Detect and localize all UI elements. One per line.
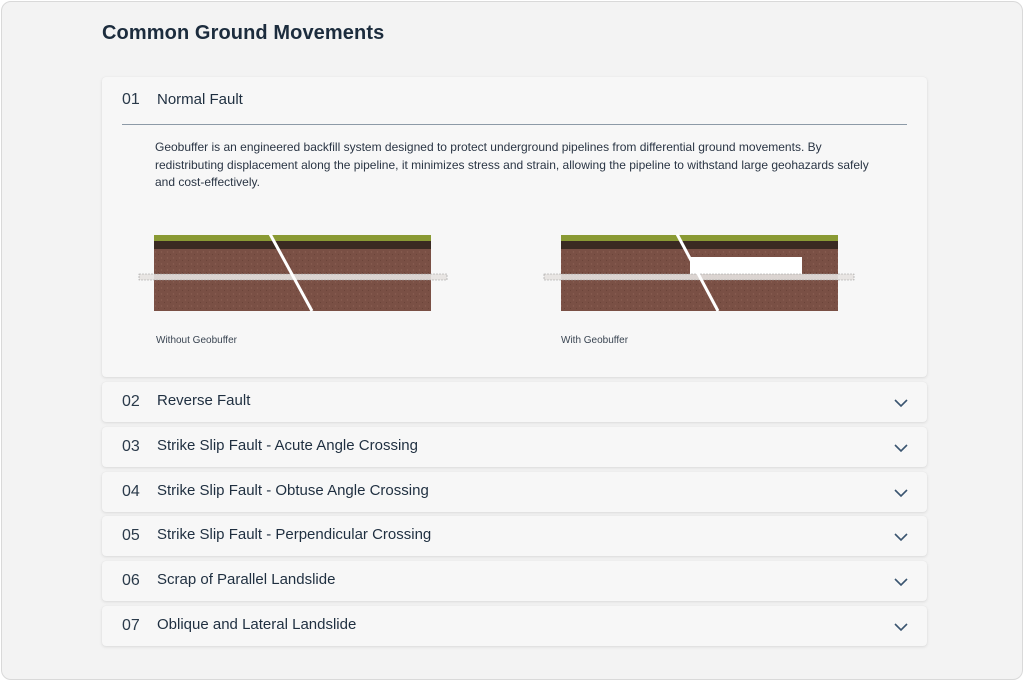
window: Common Ground Movements 01 Normal Fault … — [1, 1, 1023, 680]
section-description: Geobuffer is an engineered backfill syst… — [155, 140, 869, 189]
divider — [122, 124, 907, 125]
chevron-down-icon[interactable] — [893, 574, 909, 590]
section-number: 04 — [122, 483, 140, 500]
section-number: 05 — [122, 527, 140, 544]
accordion-header[interactable]: 01 Normal Fault — [102, 77, 927, 121]
accordion-item-reverse-fault: 02 Reverse Fault — [102, 382, 927, 422]
section-number: 03 — [122, 438, 140, 455]
accordion-header[interactable]: 04 Strike Slip Fault - Obtuse Angle Cros… — [102, 472, 927, 512]
chevron-down-icon[interactable] — [893, 619, 909, 635]
diagram-caption: With Geobuffer — [561, 335, 629, 346]
section-number: 07 — [122, 617, 140, 634]
section-title: Strike Slip Fault - Perpendicular Crossi… — [157, 526, 432, 543]
chevron-down-icon[interactable] — [893, 529, 909, 545]
accordion-header[interactable]: 02 Reverse Fault — [102, 382, 927, 422]
diagram-with-geobuffer — [543, 233, 855, 312]
section-title: Reverse Fault — [157, 392, 251, 409]
grass-layer — [154, 235, 431, 241]
section-number: 06 — [122, 572, 140, 589]
section-title: Scrap of Parallel Landslide — [157, 571, 336, 588]
accordion-item-oblique-landslide: 07 Oblique and Lateral Landslide — [102, 606, 927, 646]
chevron-down-icon[interactable] — [893, 440, 909, 456]
accordion-item-strike-slip-acute: 03 Strike Slip Fault - Acute Angle Cross… — [102, 427, 927, 467]
section-number: 02 — [122, 393, 140, 410]
accordion-header[interactable]: 03 Strike Slip Fault - Acute Angle Cross… — [102, 427, 927, 467]
accordion-item-strike-slip-perpendicular: 05 Strike Slip Fault - Perpendicular Cro… — [102, 516, 927, 556]
section-number: 01 — [122, 91, 140, 108]
diagram-without-geobuffer — [138, 233, 448, 312]
accordion-item-strike-slip-obtuse: 04 Strike Slip Fault - Obtuse Angle Cros… — [102, 472, 927, 512]
accordion-item-normal-fault: 01 Normal Fault Geobuffer is an engineer… — [102, 77, 927, 377]
grass-layer — [561, 235, 838, 241]
accordion-item-parallel-landslide: 06 Scrap of Parallel Landslide — [102, 561, 927, 601]
section-title: Strike Slip Fault - Obtuse Angle Crossin… — [157, 482, 429, 499]
section-title: Oblique and Lateral Landslide — [157, 616, 357, 633]
accordion-header[interactable]: 05 Strike Slip Fault - Perpendicular Cro… — [102, 516, 927, 556]
page-title: Common Ground Movements — [102, 22, 385, 44]
chevron-down-icon[interactable] — [893, 395, 909, 411]
topsoil-layer — [154, 241, 431, 249]
diagram-caption: Without Geobuffer — [156, 335, 237, 346]
topsoil-layer — [561, 241, 838, 249]
accordion-header[interactable]: 07 Oblique and Lateral Landslide — [102, 606, 927, 646]
section-title: Strike Slip Fault - Acute Angle Crossing — [157, 437, 418, 454]
chevron-down-icon[interactable] — [893, 485, 909, 501]
accordion-header[interactable]: 06 Scrap of Parallel Landslide — [102, 561, 927, 601]
geobuffer-backfill — [690, 257, 802, 274]
section-title: Normal Fault — [157, 91, 243, 108]
